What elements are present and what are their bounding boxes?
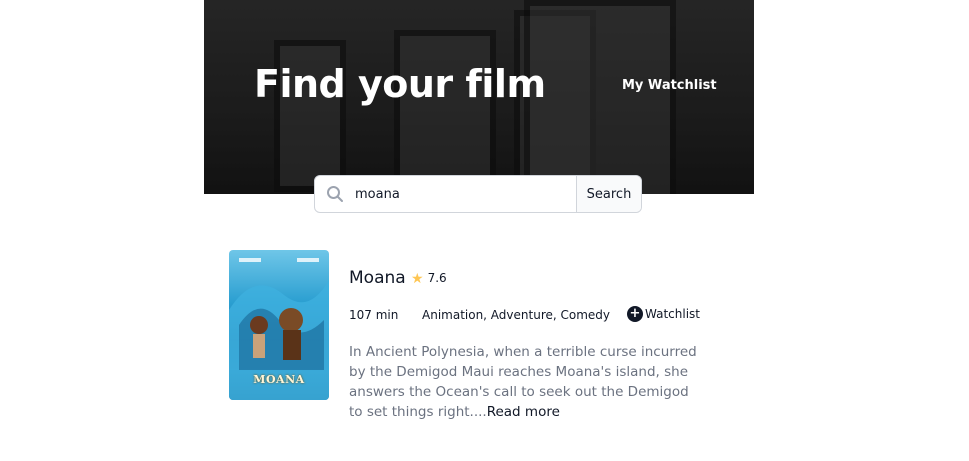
add-to-watchlist-button[interactable]: + Watchlist [627,306,700,322]
page-title: Find your film [254,62,546,106]
star-icon: ★ [411,270,424,286]
my-watchlist-link[interactable]: My Watchlist [622,78,717,93]
search-icon [315,176,355,212]
movie-result-card: MOANA Moana ★ 7.6 107 min Animation, Adv… [229,250,709,430]
poster-title-art: MOANA [253,373,305,386]
search-button[interactable]: Search [576,176,641,212]
rating-value: 7.6 [427,271,447,285]
page: Find your film My Watchlist Search [0,0,969,461]
movie-genres: Animation, Adventure, Comedy [422,308,611,322]
movie-title: Moana [349,268,406,288]
movie-plot: In Ancient Polynesia, when a terrible cu… [349,342,699,422]
hero-banner: Find your film My Watchlist [204,0,754,194]
movie-rating: ★ 7.6 [411,271,447,285]
add-to-watchlist-label: Watchlist [645,307,700,321]
search-input[interactable] [355,176,576,212]
read-more-link[interactable]: Read more [487,404,560,420]
movie-poster: MOANA [229,250,329,400]
search-bar: Search [314,175,642,213]
movie-runtime: 107 min [349,308,399,322]
plus-circle-icon: + [627,306,643,322]
